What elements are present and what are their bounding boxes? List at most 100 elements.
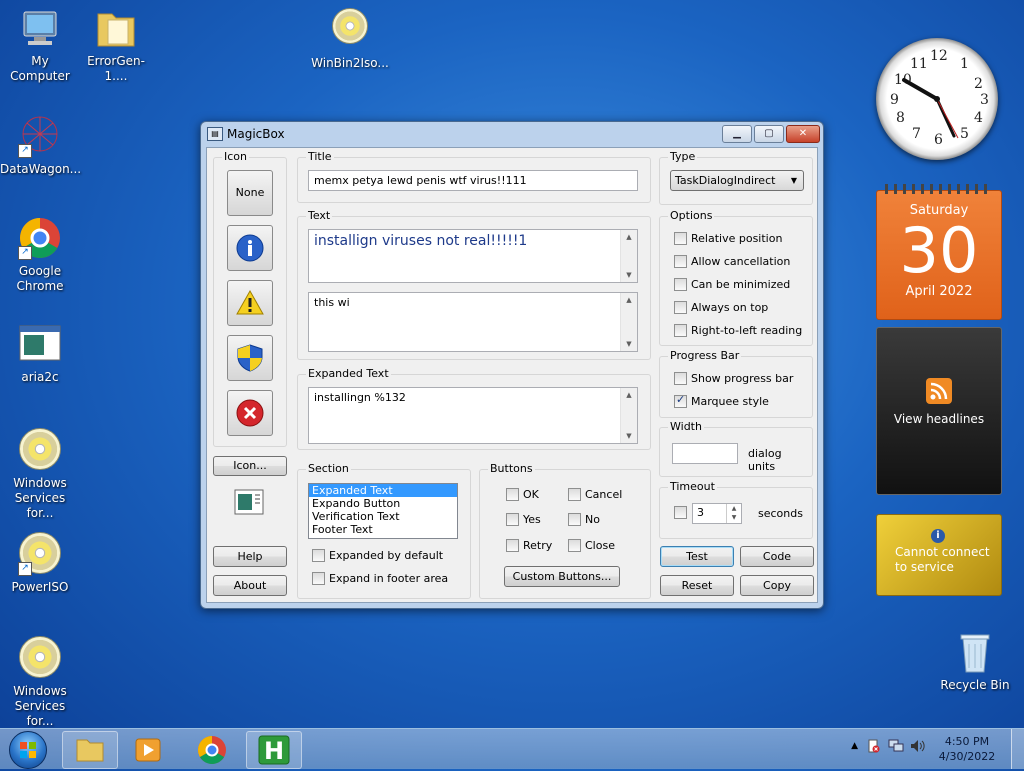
maximize-button[interactable]: ▢ [754, 125, 784, 143]
chevron-down-icon[interactable]: ▼ [727, 513, 741, 522]
about-button[interactable]: About [213, 575, 287, 596]
expand-in-footer-checkbox[interactable]: Expand in footer area [312, 572, 448, 585]
code-button[interactable]: Code [740, 546, 814, 567]
volume-icon[interactable] [910, 739, 926, 753]
can-be-minimized-checkbox[interactable]: Can be minimized [674, 278, 790, 291]
icon-error-button[interactable] [227, 390, 273, 436]
info-icon: i [931, 529, 945, 543]
cd-icon: ↗ [18, 532, 62, 576]
folder-icon [94, 6, 138, 50]
clock-display[interactable]: 4:50 PM 4/30/2022 [932, 734, 1002, 764]
start-button[interactable] [2, 729, 52, 769]
icon-information-button[interactable] [227, 225, 273, 271]
icon-shield-button[interactable] [227, 335, 273, 381]
desktop-icon-my-computer[interactable]: My Computer [0, 6, 80, 84]
desktop-icon-windows-services-2[interactable]: Windows Services for... [0, 634, 80, 729]
text-main-input[interactable]: installign viruses not real!!!!!1 ▲ ▼ [308, 229, 638, 283]
text-content-input[interactable]: this wi ▲ ▼ [308, 292, 638, 352]
window-titlebar[interactable]: ▤ MagicBox ▁ ▢ ✕ [201, 122, 823, 146]
taskbar-magicbox[interactable]: H [246, 731, 302, 769]
icon-browse-button[interactable]: Icon... [213, 456, 287, 476]
clock-gadget[interactable]: 12 1 2 3 4 5 6 7 8 9 10 11 [876, 38, 998, 160]
list-item[interactable]: Expando Button [309, 497, 457, 510]
shortcut-arrow-icon: ↗ [18, 246, 32, 260]
text-main-scrollbar[interactable]: ▲ ▼ [620, 230, 637, 282]
warning-icon [236, 289, 264, 315]
taskbar-explorer[interactable] [62, 731, 118, 769]
chevron-up-icon[interactable]: ▲ [727, 504, 741, 513]
feed-headlines-gadget[interactable]: View headlines [876, 327, 1002, 495]
taskbar-media-player[interactable] [120, 731, 176, 769]
desktop-icon-winbin2iso[interactable]: WinBin2Iso... [310, 6, 390, 71]
chevron-down-icon: ▼ [790, 176, 797, 185]
rtl-reading-checkbox[interactable]: Right-to-left reading [674, 324, 802, 337]
expanded-by-default-checkbox[interactable]: Expanded by default [312, 549, 443, 562]
timeout-checkbox[interactable] [674, 506, 691, 519]
marquee-style-checkbox[interactable]: Marquee style [674, 393, 769, 408]
yes-checkbox[interactable]: Yes [506, 513, 541, 526]
width-input[interactable] [672, 443, 738, 464]
copy-button[interactable]: Copy [740, 575, 814, 596]
reset-button[interactable]: Reset [660, 575, 734, 596]
width-group-label: Width [668, 420, 704, 433]
desktop-icon-google-chrome[interactable]: ↗ Google Chrome [0, 216, 80, 294]
desktop-icon-label: WinBin2Iso... [311, 56, 389, 70]
clock-hands [902, 78, 959, 139]
window-title: MagicBox [227, 127, 285, 141]
section-group: Section Expanded Text Expando Button Ver… [297, 462, 471, 599]
taskbar-chrome[interactable] [184, 731, 240, 769]
test-button[interactable]: Test [660, 546, 734, 567]
section-listbox[interactable]: Expanded Text Expando Button Verificatio… [308, 483, 458, 539]
chrome-icon: ↗ [18, 216, 62, 260]
rss-icon [926, 378, 952, 404]
custom-buttons-button[interactable]: Custom Buttons... [504, 566, 620, 587]
buttons-group: Buttons OK Cancel Yes No Retry Close Cus… [479, 462, 651, 599]
windows-logo-icon [9, 731, 47, 769]
cancel-checkbox[interactable]: Cancel [568, 488, 622, 501]
expanded-text-input[interactable]: installingn %132 ▲ ▼ [308, 387, 638, 444]
calendar-gadget[interactable]: Saturday 30 April 2022 [876, 184, 1002, 320]
network-icon[interactable] [888, 739, 904, 753]
disc-installer-icon [328, 8, 372, 52]
type-group: Type TaskDialogIndirect ▼ [659, 150, 813, 205]
icon-warning-button[interactable] [227, 280, 273, 326]
allow-cancellation-checkbox[interactable]: Allow cancellation [674, 255, 790, 268]
seconds-label: seconds [758, 507, 803, 520]
desktop-icon-aria2c[interactable]: aria2c [0, 322, 80, 385]
desktop-icon-poweriso[interactable]: ↗ PowerISO [0, 530, 80, 595]
text-content-scrollbar[interactable]: ▲ ▼ [620, 293, 637, 351]
desktop-icon-windows-services-1[interactable]: Windows Services for... [0, 426, 80, 521]
desktop-icon-errorgen[interactable]: ErrorGen-1.... [76, 6, 156, 84]
app-icon: ▤ [207, 127, 223, 141]
list-item[interactable]: Footer Text [309, 523, 457, 536]
calendar-month: April 2022 [905, 284, 973, 299]
weather-gadget[interactable]: i Cannot connect to service [876, 514, 1002, 596]
desktop-icon-datawagon[interactable]: ↗ DataWagon... [0, 114, 81, 177]
retry-checkbox[interactable]: Retry [506, 539, 552, 552]
icon-group: Icon None [213, 150, 287, 447]
list-item[interactable]: Expanded Text [309, 484, 457, 497]
show-desktop-button[interactable] [1011, 729, 1024, 769]
help-button[interactable]: Help [213, 546, 287, 567]
list-item[interactable]: Verification Text [309, 510, 457, 523]
show-hidden-icons-icon[interactable]: ▲ [851, 741, 858, 751]
ok-checkbox[interactable]: OK [506, 488, 539, 501]
icon-none-button[interactable]: None [227, 170, 273, 216]
timeout-spinner[interactable]: ▲ ▼ [726, 504, 741, 523]
close-checkbox[interactable]: Close [568, 539, 615, 552]
no-checkbox[interactable]: No [568, 513, 600, 526]
desktop-icon-recycle-bin[interactable]: Recycle Bin [935, 630, 1015, 693]
dialog-units-label: dialog units [748, 447, 782, 473]
svg-text:H: H [264, 737, 284, 765]
title-input[interactable]: memx petya lewd penis wtf virus!!111 [308, 170, 638, 191]
minimize-button[interactable]: ▁ [722, 125, 752, 143]
always-on-top-checkbox[interactable]: Always on top [674, 301, 768, 314]
relative-position-checkbox[interactable]: Relative position [674, 232, 782, 245]
timeout-input[interactable]: 3 ▲ ▼ [692, 503, 742, 524]
action-center-icon[interactable] [868, 739, 880, 753]
expanded-text-scrollbar[interactable]: ▲ ▼ [620, 388, 637, 443]
type-select[interactable]: TaskDialogIndirect ▼ [670, 170, 804, 191]
show-progress-bar-checkbox[interactable]: Show progress bar [674, 372, 793, 385]
close-button[interactable]: ✕ [786, 125, 820, 143]
magicbox-window[interactable]: ▤ MagicBox ▁ ▢ ✕ Icon None Icon... Help … [200, 121, 824, 609]
